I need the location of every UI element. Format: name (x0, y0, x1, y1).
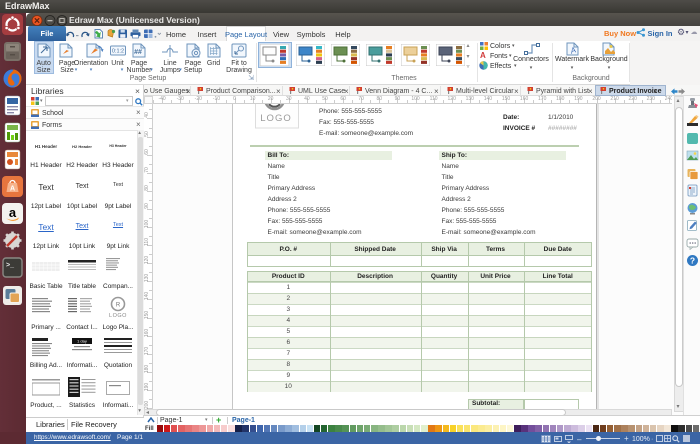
svg-text:?: ? (690, 256, 695, 266)
svg-text:R: R (116, 303, 121, 309)
svg-text:1 day: 1 day (77, 339, 87, 344)
svg-text:0:1:2: 0:1:2 (112, 49, 124, 55)
svg-text:a: a (9, 205, 17, 220)
svg-text:A: A (10, 186, 15, 193)
svg-text:>_: >_ (6, 262, 14, 269)
svg-text:LOGO: LOGO (260, 113, 291, 124)
svg-text:LOGO: LOGO (109, 313, 127, 318)
svg-text:##: ## (134, 49, 142, 56)
